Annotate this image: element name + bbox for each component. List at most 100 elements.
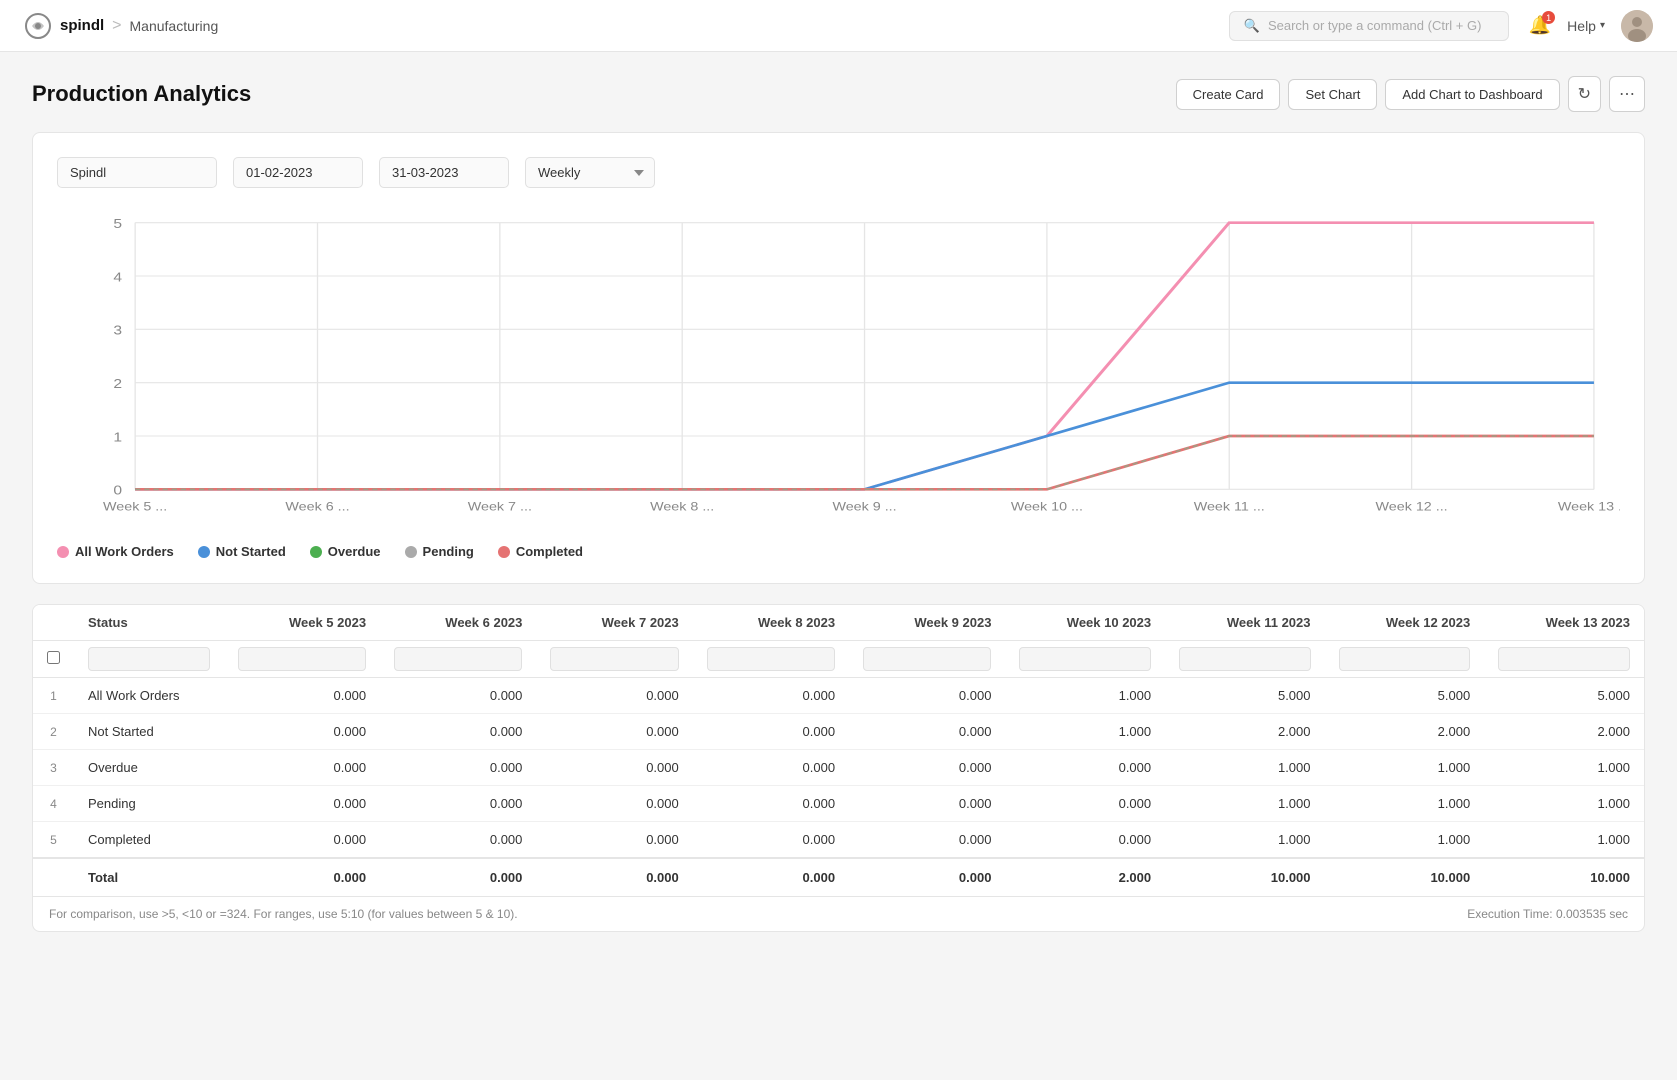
row-w12-3: 1.000 (1325, 750, 1485, 786)
create-card-button[interactable]: Create Card (1176, 79, 1281, 110)
row-w5-3: 0.000 (224, 750, 380, 786)
row-w6-5: 0.000 (380, 822, 536, 859)
topnav: spindl > Manufacturing 🔍 Search or type … (0, 0, 1677, 52)
status-filter-input[interactable] (88, 647, 210, 671)
row-w7-1: 0.000 (536, 678, 692, 714)
row-w6-3: 0.000 (380, 750, 536, 786)
table-row: 1 All Work Orders 0.000 0.000 0.000 0.00… (33, 678, 1644, 714)
w5-filter-input[interactable] (238, 647, 366, 671)
header-actions: Create Card Set Chart Add Chart to Dashb… (1176, 76, 1645, 112)
row-w12-5: 1.000 (1325, 822, 1485, 859)
row-w6-1: 0.000 (380, 678, 536, 714)
filter-cell-num (33, 641, 74, 678)
row-w13-2: 2.000 (1484, 714, 1644, 750)
col-header-w6: Week 6 2023 (380, 605, 536, 641)
row-w13-5: 1.000 (1484, 822, 1644, 859)
svg-text:Week 12 ...: Week 12 ... (1376, 500, 1448, 513)
filter-cell-w6 (380, 641, 536, 678)
row-w10-4: 0.000 (1005, 786, 1165, 822)
interval-select[interactable]: Weekly Daily Monthly (525, 157, 655, 188)
date-from-filter[interactable] (233, 157, 363, 188)
main-content: Production Analytics Create Card Set Cha… (0, 52, 1677, 956)
table-total-row: Total 0.000 0.000 0.000 0.000 0.000 2.00… (33, 858, 1644, 896)
row-w5-4: 0.000 (224, 786, 380, 822)
table-footer: For comparison, use >5, <10 or =324. For… (33, 896, 1644, 931)
total-w6: 0.000 (380, 858, 536, 896)
col-header-w8: Week 8 2023 (693, 605, 849, 641)
row-w8-3: 0.000 (693, 750, 849, 786)
col-header-w13: Week 13 2023 (1484, 605, 1644, 641)
avatar-image (1621, 10, 1653, 42)
w6-filter-input[interactable] (394, 647, 522, 671)
row-w7-4: 0.000 (536, 786, 692, 822)
total-w10: 2.000 (1005, 858, 1165, 896)
row-w8-2: 0.000 (693, 714, 849, 750)
more-options-button[interactable]: ⋯ (1609, 76, 1645, 112)
row-w11-3: 1.000 (1165, 750, 1324, 786)
row-w12-1: 5.000 (1325, 678, 1485, 714)
row-num-3: 3 (33, 750, 74, 786)
row-w11-5: 1.000 (1165, 822, 1324, 859)
w11-filter-input[interactable] (1179, 647, 1310, 671)
row-w13-1: 5.000 (1484, 678, 1644, 714)
legend-label-not-started: Not Started (216, 544, 286, 559)
chart-legend: All Work Orders Not Started Overdue Pend… (57, 544, 1620, 559)
filter-cell-status (74, 641, 224, 678)
date-to-filter[interactable] (379, 157, 509, 188)
logo[interactable]: spindl (24, 12, 104, 40)
filter-cell-w5 (224, 641, 380, 678)
row-w10-1: 1.000 (1005, 678, 1165, 714)
svg-text:Week 13 ...: Week 13 ... (1558, 500, 1620, 513)
search-icon: 🔍 (1244, 18, 1260, 34)
add-chart-button[interactable]: Add Chart to Dashboard (1385, 79, 1559, 110)
line-chart: 0 1 2 3 4 5 Week 5 ... Week 6 ... Week 7… (57, 212, 1620, 532)
filter-cell-w9 (849, 641, 1005, 678)
w9-filter-input[interactable] (863, 647, 991, 671)
filter-cell-w12 (1325, 641, 1485, 678)
notification-bell[interactable]: 🔔 1 (1529, 15, 1551, 36)
filter-cell-w13 (1484, 641, 1644, 678)
breadcrumb: Manufacturing (130, 18, 219, 34)
legend-item-all-work-orders: All Work Orders (57, 544, 174, 559)
chart-area: 0 1 2 3 4 5 Week 5 ... Week 6 ... Week 7… (57, 212, 1620, 532)
row-w12-4: 1.000 (1325, 786, 1485, 822)
total-w13: 10.000 (1484, 858, 1644, 896)
total-label: Total (74, 858, 224, 896)
help-menu[interactable]: Help ▾ (1567, 18, 1605, 34)
svg-text:3: 3 (113, 324, 122, 338)
filter-cell-w11 (1165, 641, 1324, 678)
row-w9-2: 0.000 (849, 714, 1005, 750)
row-w9-3: 0.000 (849, 750, 1005, 786)
data-table-panel: Status Week 5 2023 Week 6 2023 Week 7 20… (32, 604, 1645, 932)
w13-filter-input[interactable] (1498, 647, 1630, 671)
col-header-status: Status (74, 605, 224, 641)
page-title: Production Analytics (32, 81, 1176, 107)
logo-icon (24, 12, 52, 40)
refresh-button[interactable]: ↻ (1568, 76, 1601, 112)
row-w12-2: 2.000 (1325, 714, 1485, 750)
table-header-row: Status Week 5 2023 Week 6 2023 Week 7 20… (33, 605, 1644, 641)
w12-filter-input[interactable] (1339, 647, 1471, 671)
w10-filter-input[interactable] (1019, 647, 1151, 671)
row-status-1: All Work Orders (74, 678, 224, 714)
row-w10-5: 0.000 (1005, 822, 1165, 859)
legend-label-overdue: Overdue (328, 544, 381, 559)
row-w11-1: 5.000 (1165, 678, 1324, 714)
select-all-checkbox[interactable] (47, 651, 60, 664)
row-w13-3: 1.000 (1484, 750, 1644, 786)
svg-text:1: 1 (113, 431, 122, 445)
user-avatar[interactable] (1621, 10, 1653, 42)
w8-filter-input[interactable] (707, 647, 835, 671)
search-bar[interactable]: 🔍 Search or type a command (Ctrl + G) (1229, 11, 1509, 41)
row-status-4: Pending (74, 786, 224, 822)
svg-text:0: 0 (113, 484, 122, 498)
col-header-w5: Week 5 2023 (224, 605, 380, 641)
set-chart-button[interactable]: Set Chart (1288, 79, 1377, 110)
total-w8: 0.000 (693, 858, 849, 896)
w7-filter-input[interactable] (550, 647, 678, 671)
table-filter-row (33, 641, 1644, 678)
table-row: 2 Not Started 0.000 0.000 0.000 0.000 0.… (33, 714, 1644, 750)
workspace-filter[interactable] (57, 157, 217, 188)
table-row: 4 Pending 0.000 0.000 0.000 0.000 0.000 … (33, 786, 1644, 822)
chart-filters: Weekly Daily Monthly (57, 157, 1620, 188)
